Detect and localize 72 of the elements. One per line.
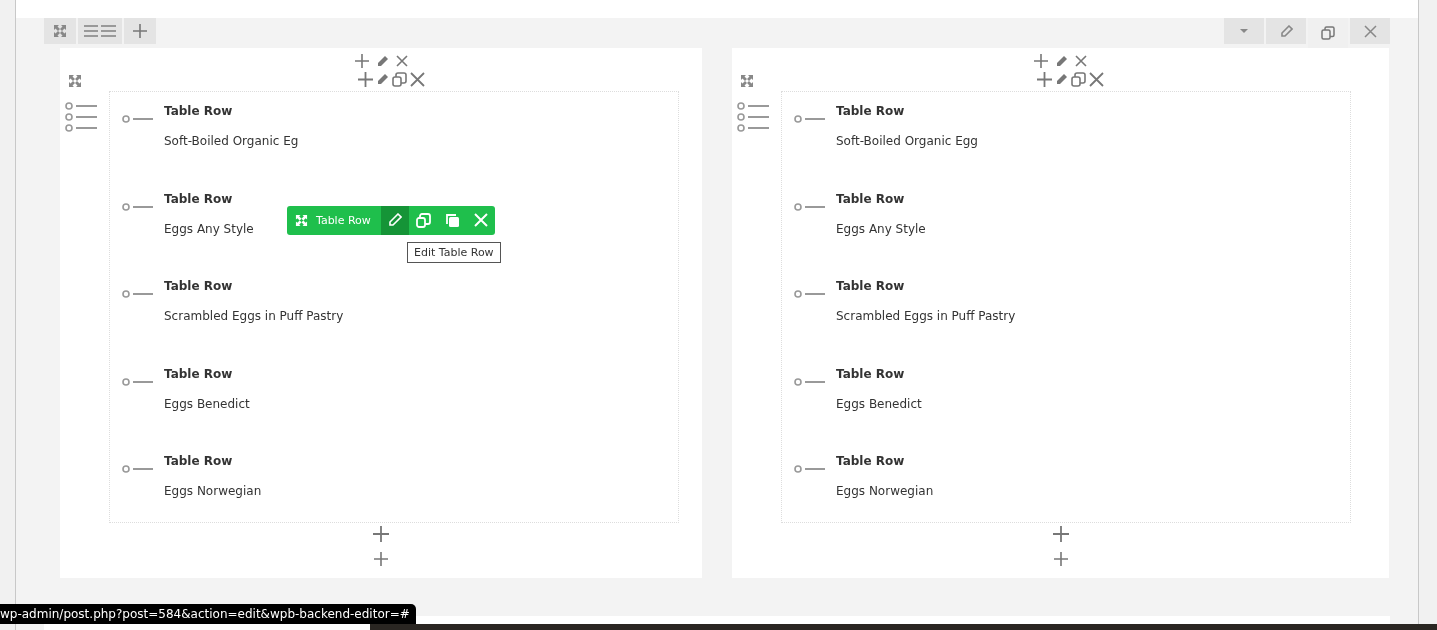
edit-button[interactable] <box>380 205 409 235</box>
expand-icon[interactable] <box>740 74 754 88</box>
element-title: Table Row <box>164 366 234 383</box>
element-title: Table Row <box>836 104 906 120</box>
pencil-icon <box>387 213 402 227</box>
row-text: Eggs Benedict <box>836 396 922 411</box>
list-icon[interactable] <box>65 102 98 133</box>
close-button[interactable] <box>1350 18 1390 44</box>
row-icon <box>794 202 825 211</box>
copy-icon[interactable] <box>1071 71 1086 87</box>
caret-icon <box>1240 29 1248 33</box>
row-text: Eggs Norwegian <box>836 484 934 498</box>
row-text: Eggs Any Style <box>164 221 254 236</box>
plus-icon[interactable] <box>374 552 388 566</box>
close-icon[interactable] <box>1075 55 1087 67</box>
expand-icon <box>53 24 67 38</box>
row-text: Soft-Boiled Organic Eg <box>164 134 299 148</box>
element-title: Table Row <box>836 454 906 470</box>
pencil-icon[interactable] <box>1055 54 1068 68</box>
close-icon <box>473 213 488 227</box>
close-icon[interactable] <box>409 71 425 87</box>
row-icon <box>794 377 825 386</box>
element-title: Table Row <box>164 104 234 120</box>
row-text: Scrambled Eggs in Puff Pastry <box>836 309 1016 323</box>
row-icon <box>122 115 153 123</box>
plus-icon <box>132 23 148 39</box>
columns-icon <box>84 25 116 37</box>
row-text: Eggs Benedict <box>164 396 250 411</box>
close-icon[interactable] <box>395 55 408 67</box>
row-icon <box>122 377 153 386</box>
row-icon <box>122 465 153 473</box>
close-icon <box>1363 24 1377 38</box>
plus-icon[interactable] <box>1037 71 1052 87</box>
move-button[interactable] <box>44 18 76 44</box>
pencil-icon <box>1279 24 1293 38</box>
status-url: wp-admin/post.php?post=584&action=edit&wpb-backend-editor=# <box>0 604 416 624</box>
plus-icon[interactable] <box>373 526 389 542</box>
row-text: Eggs Norwegian <box>164 484 262 498</box>
copy-icon <box>415 212 431 228</box>
plus-icon[interactable] <box>1052 526 1069 542</box>
edit-button[interactable] <box>1266 18 1306 44</box>
expand-icon <box>295 213 308 227</box>
element-title: Table Row <box>836 191 906 208</box>
row-text: Eggs Any Style <box>836 221 926 236</box>
element-title: Table Row <box>836 279 906 295</box>
pencil-icon[interactable] <box>375 54 389 68</box>
close-icon[interactable] <box>1089 71 1104 87</box>
duplicate-icon <box>444 212 460 228</box>
plus-icon[interactable] <box>357 71 373 87</box>
copy-icon <box>1321 26 1335 40</box>
row-icon <box>122 202 153 211</box>
pencil-icon[interactable] <box>1055 72 1068 86</box>
add-button[interactable] <box>124 18 156 44</box>
plus-icon[interactable] <box>1034 54 1048 68</box>
row-icon <box>794 115 825 123</box>
element-title: Table Row <box>164 279 234 295</box>
row-icon <box>794 465 825 473</box>
row-text: Soft-Boiled Organic Egg <box>836 134 978 148</box>
tooltip: Edit Table Row <box>407 241 501 263</box>
copy-icon[interactable] <box>391 71 407 87</box>
element-title: Table Row <box>836 366 906 383</box>
plus-icon[interactable] <box>1053 552 1068 566</box>
list-icon[interactable] <box>737 102 770 133</box>
row-text: Scrambled Eggs in Puff Pastry <box>164 309 344 323</box>
pencil-icon[interactable] <box>375 72 389 86</box>
layout-button[interactable] <box>78 18 122 44</box>
element-title: Table Row <box>164 454 234 470</box>
plus-icon[interactable] <box>354 54 369 68</box>
element-title: Table Row <box>164 191 234 208</box>
expand-icon[interactable] <box>68 74 82 88</box>
row-icon <box>794 290 825 298</box>
row-icon <box>122 290 153 298</box>
